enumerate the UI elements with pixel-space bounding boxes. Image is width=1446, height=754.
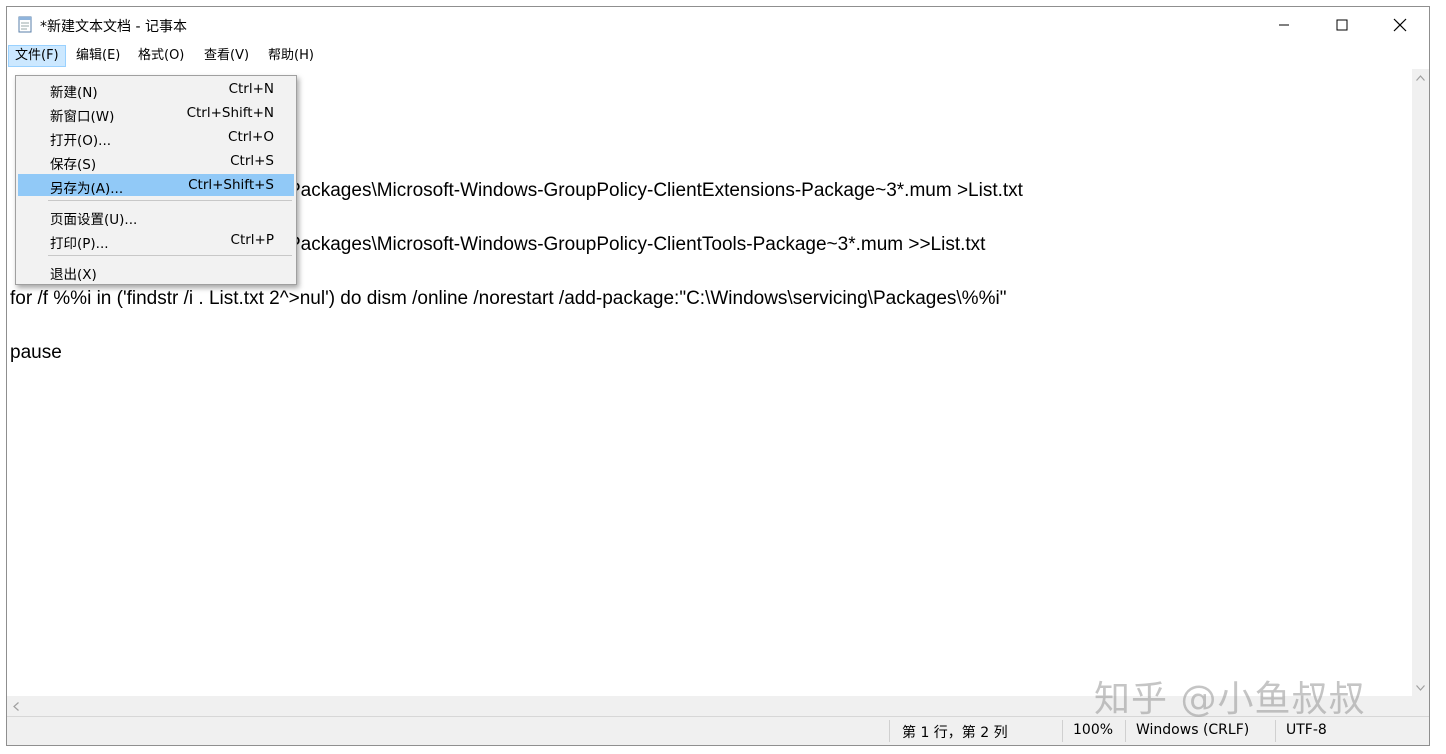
scroll-up-icon[interactable] (1412, 69, 1429, 86)
status-divider (1275, 720, 1276, 742)
notepad-icon (16, 15, 34, 33)
menu-item-label: 打印(P)... (50, 236, 109, 252)
close-button[interactable] (1371, 7, 1429, 43)
maximize-icon (1336, 19, 1348, 31)
menu-item-save[interactable]: 保存(S) Ctrl+S (18, 150, 294, 173)
status-divider (1125, 720, 1126, 742)
menu-format[interactable]: 格式(O) (132, 45, 190, 67)
close-icon (1393, 18, 1407, 32)
menu-item-label: 保存(S) (50, 157, 97, 173)
menu-item-label: 新建(N) (50, 85, 98, 101)
menu-item-new[interactable]: 新建(N) Ctrl+N (18, 78, 294, 101)
status-divider (1062, 720, 1063, 742)
vertical-scrollbar[interactable] (1412, 69, 1429, 696)
menu-item-label: 打开(O)... (50, 133, 112, 149)
menu-item-shortcut: Ctrl+P (230, 232, 274, 248)
menu-help[interactable]: 帮助(H) (262, 45, 320, 67)
menu-item-label: 页面设置(U)... (50, 212, 138, 228)
menu-item-exit[interactable]: 退出(X) (18, 260, 294, 283)
menu-item-print[interactable]: 打印(P)... Ctrl+P (18, 229, 294, 252)
scrollbar-corner (1412, 696, 1429, 716)
encoding: UTF-8 (1286, 722, 1327, 738)
menu-item-shortcut: Ctrl+S (230, 153, 274, 169)
cursor-position: 第 1 行，第 2 列 (902, 725, 1008, 741)
text-line: Packages\Microsoft-Windows-GroupPolicy-C… (288, 180, 1023, 201)
menu-item-label: 新窗口(W) (50, 109, 115, 125)
menu-bar: 文件(F) 编辑(E) 格式(O) 查看(V) 帮助(H) (7, 43, 1429, 69)
text-line: pause (10, 342, 62, 363)
window-title: *新建文本文档 - 记事本 (40, 19, 187, 35)
title-bar[interactable]: *新建文本文档 - 记事本 (7, 7, 1429, 43)
menu-item-new-window[interactable]: 新窗口(W) Ctrl+Shift+N (18, 102, 294, 125)
scroll-left-icon[interactable] (7, 696, 24, 716)
watermark: 知乎 @小鱼叔叔 (1094, 679, 1366, 720)
menu-item-page-setup[interactable]: 页面设置(U)... (18, 205, 294, 228)
zoom-level: 100% (1073, 722, 1114, 738)
menu-item-label: 退出(X) (50, 267, 97, 283)
status-divider (889, 720, 890, 742)
scroll-down-icon[interactable] (1412, 679, 1429, 696)
menu-separator (48, 200, 292, 201)
menu-view[interactable]: 查看(V) (198, 45, 255, 67)
menu-item-shortcut: Ctrl+Shift+N (186, 105, 274, 121)
maximize-button[interactable] (1313, 7, 1371, 43)
menu-item-shortcut: Ctrl+O (228, 129, 274, 145)
menu-item-shortcut: Ctrl+Shift+S (188, 177, 274, 193)
notepad-window: *新建文本文档 - 记事本 文件(F) 编辑(E) 格式(O) 查看(V) 帮助… (6, 6, 1430, 746)
file-menu-dropdown: 新建(N) Ctrl+N 新窗口(W) Ctrl+Shift+N 打开(O)..… (15, 75, 297, 285)
minimize-button[interactable] (1255, 7, 1313, 43)
text-line: Packages\Microsoft-Windows-GroupPolicy-C… (288, 234, 986, 255)
line-ending: Windows (CRLF) (1136, 722, 1250, 738)
menu-item-label: 另存为(A)... (50, 181, 124, 197)
menu-item-open[interactable]: 打开(O)... Ctrl+O (18, 126, 294, 149)
minimize-icon (1279, 24, 1289, 26)
menu-edit[interactable]: 编辑(E) (70, 45, 126, 67)
text-line: for /f %%i in ('findstr /i . List.txt 2^… (10, 288, 1007, 309)
menu-item-shortcut: Ctrl+N (228, 81, 274, 97)
menu-item-save-as[interactable]: 另存为(A)... Ctrl+Shift+S (18, 174, 294, 197)
menu-file[interactable]: 文件(F) (8, 45, 66, 67)
menu-separator (48, 255, 292, 256)
